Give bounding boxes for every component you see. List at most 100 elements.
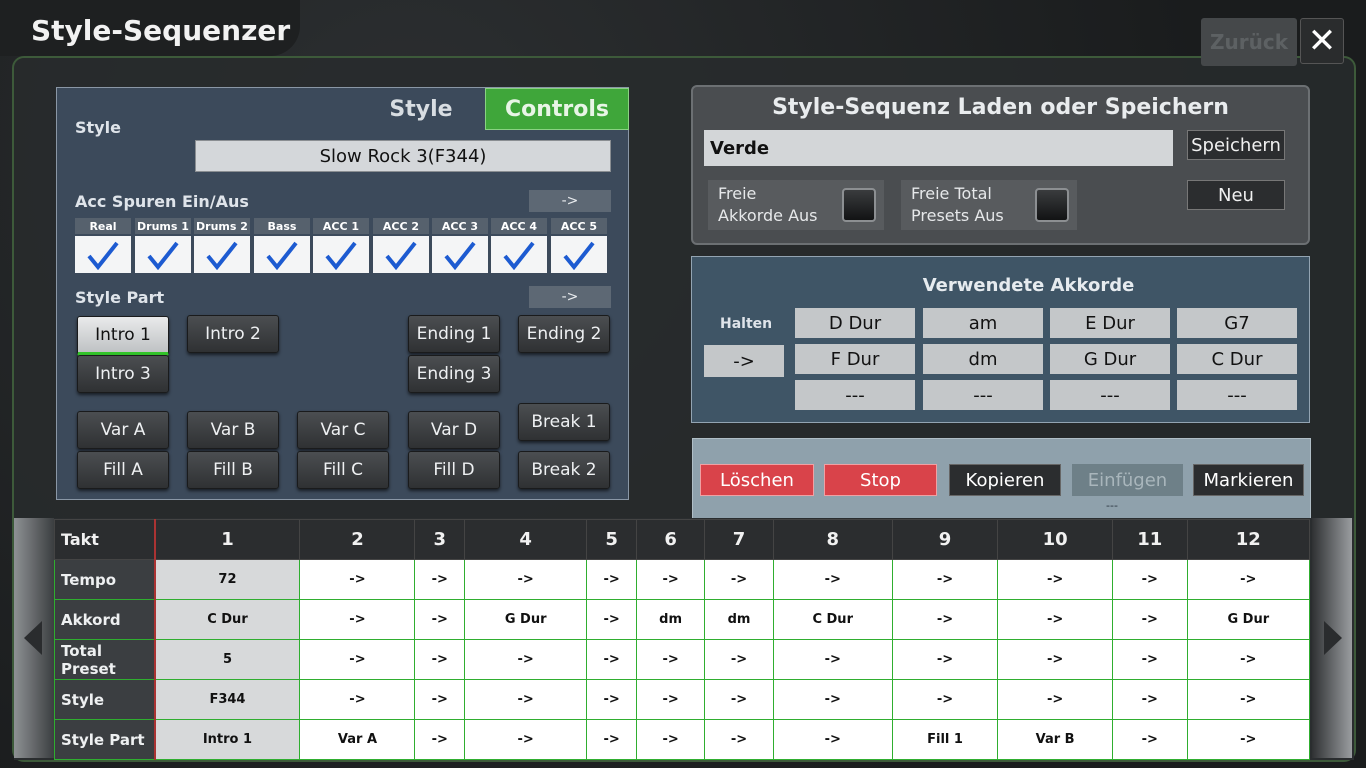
table-cell[interactable]: G Dur: [1186, 599, 1311, 640]
tab-style[interactable]: Style: [357, 88, 485, 130]
table-cell[interactable]: ->: [704, 719, 774, 760]
table-cell[interactable]: ->: [1186, 679, 1311, 720]
table-cell[interactable]: ->: [704, 679, 774, 720]
table-cell[interactable]: ->: [586, 639, 637, 680]
table-cell[interactable]: dm: [635, 599, 706, 640]
table-cell[interactable]: ->: [997, 679, 1113, 720]
column-header[interactable]: 3: [414, 519, 466, 560]
fill-b-button[interactable]: Fill B: [187, 451, 279, 489]
table-cell[interactable]: 5: [153, 639, 301, 680]
stop-button[interactable]: Stop: [824, 464, 937, 496]
table-cell[interactable]: ->: [1186, 639, 1311, 680]
close-button[interactable]: ✕: [1300, 18, 1344, 64]
part-arrow-button[interactable]: ->: [529, 286, 611, 308]
var-b-button[interactable]: Var B: [187, 411, 279, 449]
table-cell[interactable]: ->: [586, 679, 637, 720]
column-header[interactable]: 5: [586, 519, 637, 560]
chord-button[interactable]: ---: [795, 380, 915, 410]
free-presets-toggle[interactable]: Freie Total Presets Aus: [901, 180, 1077, 230]
table-cell[interactable]: ->: [299, 559, 416, 600]
ending3-button[interactable]: Ending 3: [408, 355, 500, 393]
sequence-name-input[interactable]: Verde: [704, 130, 1173, 166]
table-cell[interactable]: ->: [891, 639, 999, 680]
table-cell[interactable]: ->: [891, 679, 999, 720]
mark-button[interactable]: Markieren: [1193, 464, 1304, 496]
table-cell[interactable]: ->: [414, 679, 466, 720]
track-bass[interactable]: Bass: [254, 218, 310, 273]
delete-button[interactable]: Löschen: [700, 464, 814, 496]
table-cell[interactable]: ->: [414, 639, 466, 680]
chord-button[interactable]: G Dur: [1050, 344, 1170, 374]
style-field[interactable]: Slow Rock 3(F344): [195, 140, 611, 172]
intro1-button[interactable]: Intro 1: [77, 316, 169, 356]
break2-button[interactable]: Break 2: [518, 451, 610, 489]
column-header[interactable]: 2: [299, 519, 416, 560]
column-header[interactable]: 6: [635, 519, 706, 560]
table-cell[interactable]: ->: [464, 719, 588, 760]
table-cell[interactable]: ->: [1111, 719, 1188, 760]
back-button[interactable]: Zurück: [1201, 18, 1297, 66]
chord-button[interactable]: ---: [1050, 380, 1170, 410]
chord-button[interactable]: G7: [1177, 308, 1297, 338]
table-cell[interactable]: ->: [704, 639, 774, 680]
save-button[interactable]: Speichern: [1187, 130, 1285, 160]
column-header[interactable]: 12: [1186, 519, 1311, 560]
table-cell[interactable]: ->: [772, 719, 893, 760]
table-cell[interactable]: Var B: [997, 719, 1113, 760]
paste-button[interactable]: Einfügen: [1072, 464, 1183, 496]
table-cell[interactable]: ->: [997, 599, 1113, 640]
table-cell[interactable]: ->: [635, 639, 706, 680]
table-cell[interactable]: ->: [464, 679, 588, 720]
table-cell[interactable]: ->: [772, 639, 893, 680]
var-a-button[interactable]: Var A: [77, 411, 169, 449]
table-cell[interactable]: Var A: [299, 719, 416, 760]
ending1-button[interactable]: Ending 1: [408, 315, 500, 353]
table-cell[interactable]: ->: [704, 559, 774, 600]
fill-c-button[interactable]: Fill C: [297, 451, 389, 489]
hold-button[interactable]: ->: [704, 345, 784, 377]
track-drums1[interactable]: Drums 1: [135, 218, 191, 273]
table-cell[interactable]: ->: [414, 559, 466, 600]
table-cell[interactable]: ->: [997, 639, 1113, 680]
track-acc5[interactable]: ACC 5: [551, 218, 607, 273]
var-d-button[interactable]: Var D: [408, 411, 500, 449]
table-cell[interactable]: ->: [997, 559, 1113, 600]
table-cell[interactable]: ->: [299, 639, 416, 680]
intro2-button[interactable]: Intro 2: [187, 315, 279, 353]
table-cell[interactable]: ->: [586, 599, 637, 640]
tab-controls[interactable]: Controls: [485, 88, 629, 130]
ending2-button[interactable]: Ending 2: [518, 315, 610, 353]
free-chords-toggle[interactable]: Freie Akkorde Aus: [708, 180, 884, 230]
table-cell[interactable]: ->: [635, 719, 706, 760]
table-cell[interactable]: ->: [414, 599, 466, 640]
table-cell[interactable]: G Dur: [464, 599, 588, 640]
chord-button[interactable]: F Dur: [795, 344, 915, 374]
column-header[interactable]: 11: [1111, 519, 1188, 560]
column-header[interactable]: 7: [704, 519, 774, 560]
chord-button[interactable]: dm: [923, 344, 1043, 374]
table-cell[interactable]: ->: [414, 719, 466, 760]
table-cell[interactable]: ->: [299, 679, 416, 720]
table-cell[interactable]: ->: [635, 559, 706, 600]
track-acc2[interactable]: ACC 2: [373, 218, 429, 273]
chord-button[interactable]: D Dur: [795, 308, 915, 338]
break1-button[interactable]: Break 1: [518, 403, 610, 441]
column-header[interactable]: 10: [997, 519, 1113, 560]
table-cell[interactable]: ->: [891, 599, 999, 640]
scroll-left-button[interactable]: [14, 518, 54, 758]
new-button[interactable]: Neu: [1187, 180, 1285, 210]
chord-button[interactable]: am: [923, 308, 1043, 338]
var-c-button[interactable]: Var C: [297, 411, 389, 449]
table-cell[interactable]: ->: [586, 719, 637, 760]
table-cell[interactable]: ->: [464, 559, 588, 600]
table-cell[interactable]: Fill 1: [891, 719, 999, 760]
fill-d-button[interactable]: Fill D: [408, 451, 500, 489]
table-cell[interactable]: dm: [704, 599, 774, 640]
table-cell[interactable]: ->: [1111, 599, 1188, 640]
table-cell[interactable]: C Dur: [153, 599, 301, 640]
table-cell[interactable]: C Dur: [772, 599, 893, 640]
column-header[interactable]: 9: [891, 519, 999, 560]
table-cell[interactable]: 72: [153, 559, 301, 600]
track-acc1[interactable]: ACC 1: [313, 218, 369, 273]
chord-button[interactable]: C Dur: [1177, 344, 1297, 374]
